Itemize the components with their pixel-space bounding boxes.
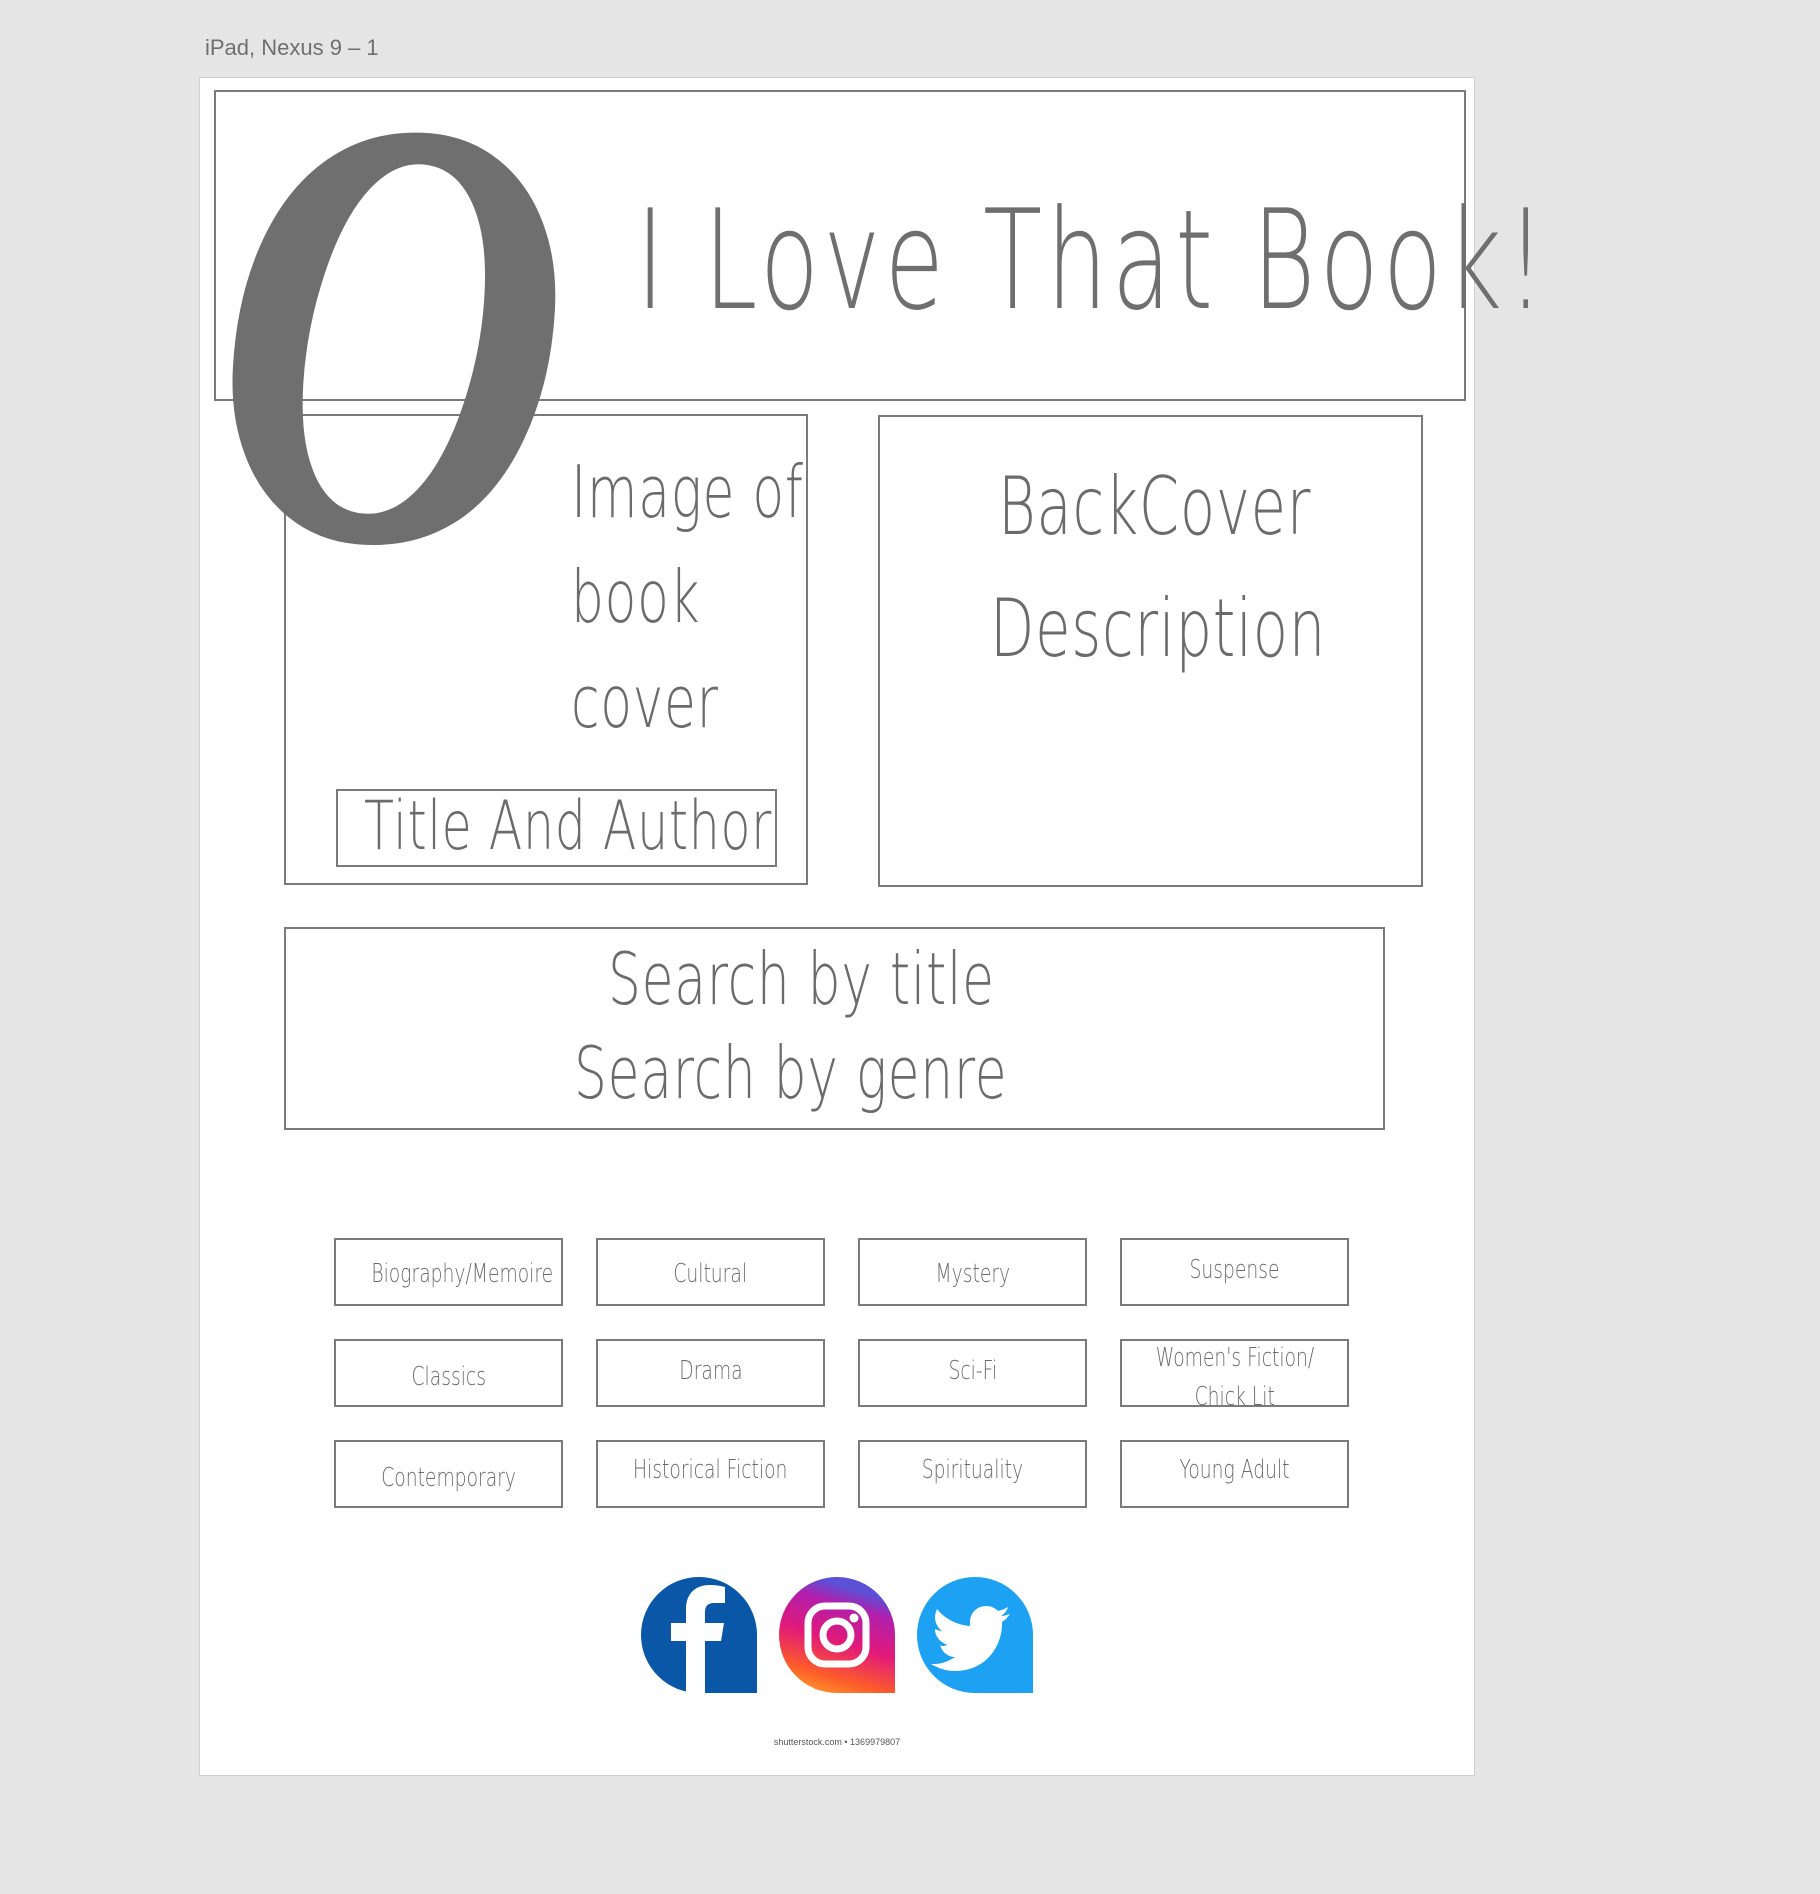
back-cover-description: BackCover Description <box>878 415 1423 887</box>
genre-label: Suspense <box>1189 1255 1280 1285</box>
genre-label: Classics <box>411 1362 486 1392</box>
genre-label: Historical Fiction <box>633 1455 788 1485</box>
genre-button-historical-fiction[interactable]: Historical Fiction <box>596 1440 825 1508</box>
genre-label: Contemporary <box>381 1463 516 1493</box>
book-cover-image[interactable]: Image of book cover Title And Author <box>284 414 808 885</box>
genre-label: Drama <box>678 1356 743 1386</box>
search-by-title-link[interactable]: Search by title <box>608 943 995 1015</box>
search-panel: Search by title Search by genre <box>284 927 1385 1130</box>
header-banner: I Love That Book! <box>214 90 1545 401</box>
genre-button-biography-memoire[interactable]: Biography/Memoire <box>334 1238 563 1306</box>
genre-button-sci-fi[interactable]: Sci-Fi <box>858 1339 1087 1407</box>
title-and-author-label: Title And Author <box>364 787 773 866</box>
facebook-icon[interactable] <box>641 1577 757 1693</box>
instagram-icon[interactable] <box>779 1577 895 1693</box>
image-credit: shutterstock.com • 1369979807 <box>773 1737 901 1747</box>
twitter-icon[interactable] <box>917 1577 1033 1693</box>
genre-button-cultural[interactable]: Cultural <box>596 1238 825 1306</box>
cover-line-1: Image of <box>571 450 804 534</box>
cover-line-2: book <box>571 555 701 639</box>
title-and-author-box[interactable]: Title And Author <box>336 789 777 867</box>
genre-button-classics[interactable]: Classics <box>334 1339 563 1407</box>
search-by-genre-link[interactable]: Search by genre <box>574 1037 1007 1109</box>
genre-button-suspense[interactable]: Suspense <box>1120 1238 1349 1306</box>
genre-label: Cultural <box>673 1259 748 1289</box>
genre-button-womens-fiction-chick-lit[interactable]: Women's Fiction/ Chick Lit <box>1120 1339 1349 1412</box>
artboard: I Love That Book! O Image of book cover … <box>199 0 1545 1776</box>
genre-button-contemporary[interactable]: Contemporary <box>334 1440 563 1508</box>
genre-label-line-1: Women's Fiction/ <box>1155 1343 1314 1373</box>
genre-button-drama[interactable]: Drama <box>596 1339 825 1407</box>
artboard-label: iPad, Nexus 9 – 1 <box>205 35 379 60</box>
genre-button-mystery[interactable]: Mystery <box>858 1238 1087 1306</box>
genre-button-spirituality[interactable]: Spirituality <box>858 1440 1087 1508</box>
site-title: I Love That Book! <box>636 180 1550 341</box>
genre-button-young-adult[interactable]: Young Adult <box>1120 1440 1349 1508</box>
cover-line-3: cover <box>571 660 719 744</box>
genre-label: Sci-Fi <box>948 1356 997 1386</box>
genre-label: Mystery <box>935 1259 1010 1289</box>
genre-label: Biography/Memoire <box>371 1259 554 1289</box>
genre-label: Spirituality <box>921 1455 1024 1485</box>
genre-label-line-2: Chick Lit <box>1194 1382 1275 1412</box>
backcover-line-2: Description <box>990 582 1326 675</box>
genre-label: Young Adult <box>1179 1455 1290 1485</box>
backcover-line-1: BackCover <box>998 460 1312 553</box>
